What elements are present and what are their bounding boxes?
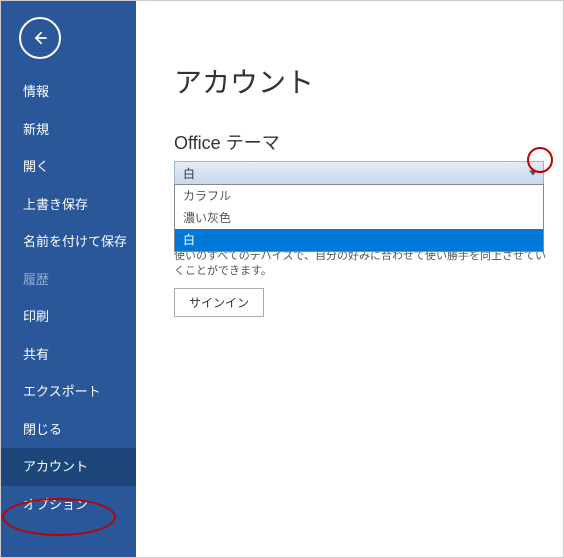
sidebar-item-save[interactable]: 上書き保存 <box>1 186 136 224</box>
chevron-down-icon <box>529 171 537 176</box>
sidebar-item-open[interactable]: 開く <box>1 148 136 186</box>
backstage-view: 情報新規開く上書き保存名前を付けて保存履歴印刷共有エクスポート閉じるアカウントオ… <box>0 0 564 558</box>
theme-selected-value: 白 <box>183 165 195 182</box>
back-button[interactable] <box>19 17 61 59</box>
theme-option[interactable]: 白 <box>175 229 543 251</box>
signin-button[interactable]: サインイン <box>174 288 264 317</box>
sidebar-item-new[interactable]: 新規 <box>1 111 136 149</box>
page-title: アカウント <box>174 61 563 101</box>
theme-option[interactable]: 濃い灰色 <box>175 207 543 229</box>
theme-option[interactable]: カラフル <box>175 185 543 207</box>
theme-combobox[interactable]: 白 カラフル濃い灰色白 <box>174 161 544 185</box>
sidebar-item-history: 履歴 <box>1 261 136 299</box>
sidebar-item-close[interactable]: 閉じる <box>1 411 136 449</box>
sidebar-item-share[interactable]: 共有 <box>1 336 136 374</box>
sidebar-item-options[interactable]: オプション <box>1 486 136 524</box>
sidebar-item-account[interactable]: アカウント <box>1 448 136 486</box>
sidebar-item-info[interactable]: 情報 <box>1 73 136 111</box>
sidebar-item-export[interactable]: エクスポート <box>1 373 136 411</box>
sidebar-item-print[interactable]: 印刷 <box>1 298 136 336</box>
theme-label: Office テーマ <box>174 129 563 155</box>
theme-combobox-display[interactable]: 白 <box>174 161 544 185</box>
signin-description: 使いのすべてのデバイスで、自分の好みに合わせて使い勝手を向上させていくことができ… <box>174 249 549 280</box>
main-panel: アカウント Office テーマ 白 カラフル濃い灰色白 使いのすべてのデバイス… <box>136 1 563 557</box>
sidebar-item-save-as[interactable]: 名前を付けて保存 <box>1 223 136 261</box>
sidebar: 情報新規開く上書き保存名前を付けて保存履歴印刷共有エクスポート閉じるアカウントオ… <box>1 1 136 557</box>
theme-combobox-list: カラフル濃い灰色白 <box>174 184 544 252</box>
back-arrow-icon <box>30 28 50 48</box>
